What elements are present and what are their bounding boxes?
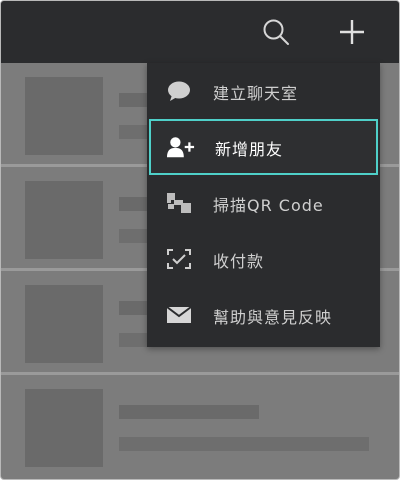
add-person-icon [167,135,195,159]
thumbnail-placeholder [25,285,103,363]
menu-item-label: 收付款 [213,252,265,271]
search-icon [263,19,289,45]
menu-item-create-chat[interactable]: 建立聊天室 [147,63,380,119]
thumbnail-placeholder [25,181,103,259]
menu-item-help-feedback[interactable]: 幫助與意見反映 [147,287,380,343]
search-button[interactable] [257,13,295,51]
chat-bubble-icon [165,79,193,103]
menu-item-label: 幫助與意見反映 [213,308,333,327]
menu-item-label: 建立聊天室 [213,84,299,103]
menu-item-label: 新增朋友 [215,140,284,159]
thumbnail-placeholder [25,389,103,467]
qr-scan-icon [165,191,193,215]
menu-item-payment[interactable]: 收付款 [147,231,380,287]
menu-item-scan-qr[interactable]: 掃描QR Code [147,175,380,231]
menu-item-add-friend[interactable]: 新增朋友 [149,119,378,175]
add-button[interactable] [333,13,371,51]
thumbnail-placeholder [25,77,103,155]
top-bar [1,1,399,63]
mail-icon [165,303,193,327]
list-item[interactable] [1,375,399,476]
title-placeholder [119,405,259,419]
app-window: 建立聊天室 新增朋友 掃描QR Code 收付款 幫助與意見反映 [0,0,400,480]
menu-item-label: 掃描QR Code [213,196,324,215]
subtitle-placeholder [119,437,369,451]
payment-scan-icon [165,247,193,271]
dropdown-menu: 建立聊天室 新增朋友 掃描QR Code 收付款 幫助與意見反映 [147,63,380,347]
plus-icon [340,20,364,44]
